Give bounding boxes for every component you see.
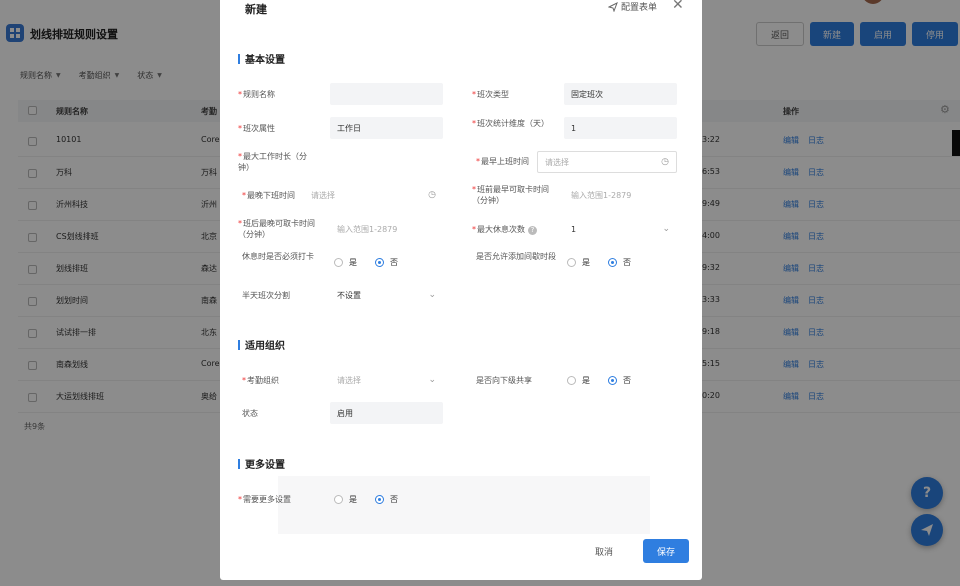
share-down-radio: 是 否 [567,375,631,386]
save-button[interactable]: 保存 [643,539,689,563]
share-down-yes[interactable]: 是 [567,375,590,386]
half-day-label: 半天班次分割 [242,291,290,300]
before-card-label: *班前最早可取卡时间（分钟） [472,185,549,205]
att-org-label: *考勤组织 [242,376,279,385]
share-down-no[interactable]: 否 [608,375,631,386]
half-day-select[interactable]: 不设置 ⌄ [330,284,443,306]
required-mark: * [472,119,476,128]
earliest-on-placeholder: 请选择 [545,157,569,167]
shift-attr-label: *班次属性 [238,124,275,133]
section-bar [238,458,240,469]
rule-name-label: *规则名称 [238,90,275,99]
radio-circle-selected [375,495,384,504]
shift-type-label: *班次类型 [472,90,509,99]
need-more-no[interactable]: 否 [375,494,398,505]
att-org-select[interactable]: 请选择 ⌄ [330,369,443,391]
send-icon [608,1,618,12]
att-org-placeholder: 请选择 [337,375,361,385]
allow-break-no[interactable]: 否 [608,257,631,268]
status-label: 状态 [242,409,258,418]
shift-count-dim-input[interactable]: 1 [564,117,677,139]
radio-circle [334,258,343,267]
half-day-value: 不设置 [337,290,361,300]
after-card-input[interactable]: 输入范围1-2879 [330,218,443,240]
earliest-on-label: *最早上班时间 [476,157,529,166]
required-mark: * [472,225,476,234]
shift-type-field[interactable]: 固定班次 [564,83,677,105]
max-rest-value: 1 [571,224,577,234]
required-mark: * [238,124,242,133]
ghost-panel [278,476,650,534]
required-mark: * [238,219,242,228]
clock-icon: ◷ [661,157,669,167]
question-icon[interactable]: ? [528,226,537,235]
allow-break-label: 是否允许添加间歇时段 [476,252,556,261]
section-org: 适用组织 [238,337,285,352]
allow-break-yes[interactable]: 是 [567,257,590,268]
cancel-button[interactable]: 取消 [595,545,613,558]
max-rest-select[interactable]: 1 ⌄ [564,218,677,240]
rule-name-input[interactable] [330,83,443,105]
radio-circle [334,495,343,504]
max-work-label: *最大工作时长（分钟） [238,152,307,172]
required-mark: * [472,90,476,99]
shift-count-dim-label: *班次统计维度（天） [472,119,549,128]
dialog-title: 新建 [245,3,267,16]
latest-off-label: *最晚下班时间 [242,191,295,200]
before-card-input[interactable]: 输入范围1-2879 [564,184,677,206]
radio-circle-selected [608,376,617,385]
max-rest-label: *最大休息次数? [472,224,537,235]
chevron-down-icon: ⌄ [428,375,436,385]
share-down-label: 是否向下级共享 [476,376,532,385]
radio-circle [567,258,576,267]
max-work-input[interactable] [330,151,443,173]
close-icon[interactable]: ✕ [672,0,684,13]
required-mark: * [238,495,242,504]
section-more: 更多设置 [238,456,285,471]
rest-punch-radio: 是 否 [334,257,398,268]
section-basic: 基本设置 [238,51,285,66]
shift-attr-field[interactable]: 工作日 [330,117,443,139]
latest-off-placeholder: 请选择 [311,190,335,200]
need-more-label: *需要更多设置 [238,495,291,504]
earliest-on-picker[interactable]: 请选择 ◷ [537,151,677,173]
clock-icon: ◷ [428,190,436,200]
allow-break-radio: 是 否 [567,257,631,268]
required-mark: * [238,90,242,99]
need-more-radio: 是 否 [334,494,398,505]
dialog-footer: 取消 保存 [220,539,702,575]
latest-off-picker[interactable]: 请选择 ◷ [304,184,443,206]
radio-circle [567,376,576,385]
required-mark: * [476,157,480,166]
rest-punch-no[interactable]: 否 [375,257,398,268]
required-mark: * [242,191,246,200]
section-bar [238,53,240,64]
status-field[interactable]: 启用 [330,402,443,424]
rest-punch-yes[interactable]: 是 [334,257,357,268]
radio-circle-selected [375,258,384,267]
config-form-link[interactable]: 配置表单 [608,0,657,13]
required-mark: * [472,185,476,194]
chevron-down-icon: ⌄ [662,224,670,234]
radio-circle-selected [608,258,617,267]
chevron-down-icon: ⌄ [428,290,436,300]
section-basic-title: 基本设置 [245,55,285,66]
rest-punch-label: 休息时是否必须打卡 [242,252,314,261]
section-bar [238,339,240,350]
after-card-label: *班后最晚可取卡时间（分钟） [238,219,315,239]
config-form-label: 配置表单 [621,3,658,13]
required-mark: * [238,152,242,161]
create-dialog: 新建 配置表单 ✕ 基本设置 *规则名称 *班次类型 固定班次 *班次属性 工作… [220,0,702,580]
need-more-yes[interactable]: 是 [334,494,357,505]
section-org-title: 适用组织 [245,341,285,352]
required-mark: * [242,376,246,385]
section-more-title: 更多设置 [245,460,285,471]
